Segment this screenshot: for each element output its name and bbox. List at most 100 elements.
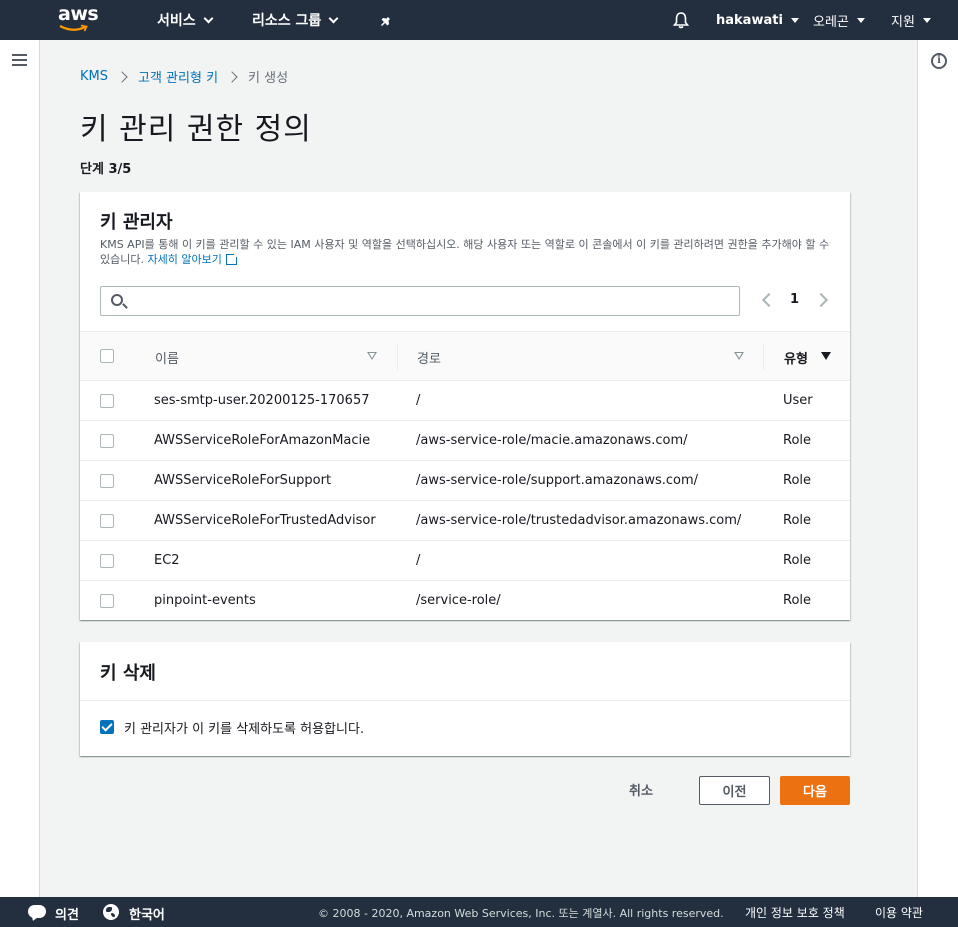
privacy-policy-link[interactable]: 개인 정보 보호 정책	[745, 904, 845, 921]
resource-groups-menu[interactable]: 리소스 그룹	[252, 0, 339, 40]
row-name: pinpoint-events	[154, 593, 256, 608]
cancel-button[interactable]: 취소	[629, 780, 653, 799]
row-path: /	[416, 553, 421, 568]
column-divider	[763, 344, 764, 370]
chevron-down-icon	[328, 13, 339, 23]
region-name: 오레곤	[813, 14, 849, 30]
panel-title: 키 관리자	[100, 212, 173, 233]
row-checkbox[interactable]	[100, 394, 114, 408]
menu-icon[interactable]	[12, 54, 27, 67]
aws-smile-icon	[59, 24, 88, 32]
sort-icon[interactable]	[367, 352, 377, 360]
key-administrators-panel: 키 관리자 KMS API를 통해 이 키를 관리할 수 있는 IAM 사용자 …	[80, 192, 850, 620]
step-indicator: 단계 3/5	[80, 162, 132, 177]
table-row[interactable]: AWSServiceRoleForTrustedAdvisor /aws-ser…	[80, 501, 850, 541]
allow-deletion-label[interactable]: 키 관리자가 이 키를 삭제하도록 허용합니다.	[124, 718, 364, 737]
breadcrumb-kms[interactable]: KMS	[80, 69, 108, 84]
sort-icon[interactable]	[734, 352, 744, 360]
footer: 의견 한국어 © 2008 - 2020, Amazon Web Service…	[0, 897, 958, 927]
breadcrumb: KMS 고객 관리형 키 키 생성	[80, 67, 288, 86]
row-name: AWSServiceRoleForSupport	[154, 473, 332, 488]
learn-more-link[interactable]: 자세히 알아보기	[147, 252, 239, 266]
left-rail	[0, 40, 40, 897]
search-icon	[111, 294, 123, 306]
table-row[interactable]: AWSServiceRoleForSupport /aws-service-ro…	[80, 461, 850, 501]
pagination: 1	[760, 292, 832, 310]
support-label: 지원	[891, 14, 915, 30]
column-header-name[interactable]: 이름	[155, 348, 179, 367]
select-all-checkbox[interactable]	[100, 349, 114, 363]
row-checkbox[interactable]	[100, 554, 114, 568]
panel-description: KMS API를 통해 이 키를 관리할 수 있는 IAM 사용자 및 역할을 …	[100, 237, 830, 267]
breadcrumb-current: 키 생성	[248, 71, 289, 86]
table-header: 이름 경로 유형	[80, 331, 850, 381]
top-navigation-bar: aws 서비스 리소스 그룹 hakawati 오레곤 지원	[0, 0, 958, 40]
table-row[interactable]: ses-smtp-user.20200125-170657 / User	[80, 381, 850, 421]
services-menu[interactable]: 서비스	[157, 0, 214, 40]
panel-header: 키 삭제	[80, 642, 850, 701]
column-header-type[interactable]: 유형	[784, 348, 808, 367]
region-menu[interactable]: 오레곤	[813, 0, 865, 40]
pin-icon	[380, 14, 390, 27]
row-type: Role	[783, 553, 812, 568]
chevron-down-icon	[203, 13, 214, 23]
row-name: AWSServiceRoleForAmazonMacie	[154, 433, 371, 448]
row-path: /	[416, 393, 421, 408]
breadcrumb-customer-managed-keys[interactable]: 고객 관리형 키	[138, 67, 218, 86]
administrators-table: 이름 경로 유형 ses-smtp-user.20200125-170657 /…	[80, 331, 850, 621]
feedback-link[interactable]: 의견	[55, 904, 79, 923]
language-selector[interactable]: 한국어	[129, 904, 165, 923]
pin-button[interactable]	[380, 0, 394, 40]
row-name: AWSServiceRoleForTrustedAdvisor	[154, 513, 376, 528]
chevron-right-icon[interactable]	[813, 292, 829, 308]
row-checkbox[interactable]	[100, 514, 114, 528]
chevron-left-icon[interactable]	[761, 292, 777, 308]
row-path: /aws-service-role/support.amazonaws.com/	[416, 473, 699, 488]
row-checkbox[interactable]	[100, 594, 114, 608]
key-deletion-panel: 키 삭제 키 관리자가 이 키를 삭제하도록 허용합니다.	[80, 642, 850, 756]
info-icon[interactable]: i	[931, 53, 947, 69]
table-row[interactable]: AWSServiceRoleForAmazonMacie /aws-servic…	[80, 421, 850, 461]
caret-down-icon	[790, 17, 799, 23]
table-row[interactable]: pinpoint-events /service-role/ Role	[80, 581, 850, 621]
notifications-button[interactable]	[672, 0, 690, 40]
row-path: /service-role/	[416, 593, 501, 608]
account-name: hakawati	[716, 12, 783, 28]
feedback-bubble-icon[interactable]	[28, 905, 46, 918]
page-number[interactable]: 1	[790, 292, 799, 307]
caret-down-icon	[856, 17, 865, 23]
next-button[interactable]: 다음	[780, 776, 850, 805]
panel-title: 키 삭제	[100, 663, 156, 684]
aws-logo-text: aws	[58, 3, 99, 25]
terms-link[interactable]: 이용 약관	[875, 904, 923, 921]
row-checkbox[interactable]	[100, 474, 114, 488]
search-input[interactable]	[133, 291, 733, 311]
copyright-text: © 2008 - 2020, Amazon Web Services, Inc.…	[318, 907, 724, 920]
chevron-right-icon	[226, 70, 238, 83]
resource-groups-label: 리소스 그룹	[252, 13, 322, 29]
services-label: 서비스	[157, 13, 196, 29]
row-name: EC2	[154, 553, 180, 568]
account-menu[interactable]: hakawati	[716, 0, 799, 40]
column-divider	[397, 344, 398, 370]
aws-logo[interactable]: aws	[58, 4, 104, 36]
row-type: Role	[783, 433, 812, 448]
bell-icon	[672, 12, 690, 29]
row-type: Role	[783, 593, 812, 608]
search-box	[100, 286, 740, 316]
caret-down-icon	[922, 17, 931, 23]
row-checkbox[interactable]	[100, 434, 114, 448]
allow-deletion-checkbox[interactable]	[100, 720, 114, 734]
chevron-right-icon	[116, 70, 128, 83]
table-row[interactable]: EC2 / Role	[80, 541, 850, 581]
sort-descending-icon[interactable]	[821, 352, 831, 360]
previous-button[interactable]: 이전	[699, 776, 770, 805]
column-header-path[interactable]: 경로	[417, 348, 441, 367]
globe-icon[interactable]	[103, 904, 119, 920]
row-path: /aws-service-role/trustedadvisor.amazona…	[416, 513, 742, 528]
main-content: KMS 고객 관리형 키 키 생성 키 관리 권한 정의 단계 3/5 키 관리…	[41, 40, 917, 897]
support-menu[interactable]: 지원	[891, 0, 931, 40]
row-path: /aws-service-role/macie.amazonaws.com/	[416, 433, 688, 448]
right-rail: i	[917, 40, 958, 897]
row-type: Role	[783, 513, 812, 528]
